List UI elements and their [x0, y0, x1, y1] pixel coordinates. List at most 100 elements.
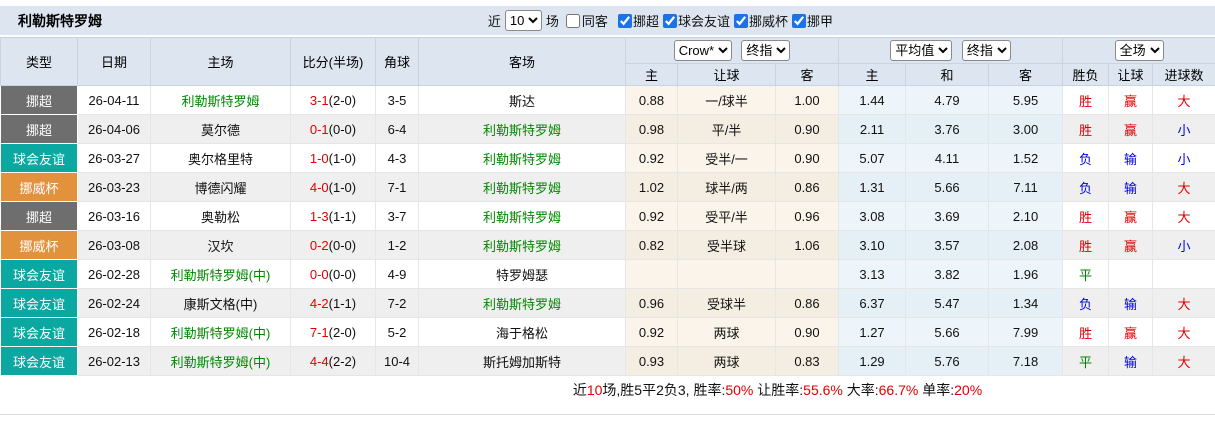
euro-away-odds: 2.10 [988, 201, 1064, 231]
match-date: 26-03-08 [77, 230, 151, 260]
match-date: 26-04-06 [77, 114, 151, 144]
euro-odds-time-select[interactable]: 终指 [961, 40, 1011, 61]
goals-result: 小 [1152, 114, 1215, 144]
bookmaker-select[interactable]: Crow* [673, 40, 732, 61]
stats-segment: 大率: [842, 382, 879, 398]
match-row: 挪威杯 26-03-08 汉坎 0-2(0-0) 1-2 利勒斯特罗姆 0.82 受半球 1.0… [0, 230, 1215, 260]
handicap-result: 输 [1108, 346, 1154, 376]
euro-draw-odds: 3.76 [905, 114, 990, 144]
euro-draw-odds: 5.76 [905, 346, 990, 376]
asian-away-odds: 0.90 [774, 317, 840, 347]
match-score: 1-0(1-0) [290, 143, 376, 173]
away-team: 斯托姆加斯特 [418, 346, 626, 376]
euro-draw-odds: 4.11 [905, 143, 990, 173]
matches-label: 场 [545, 14, 559, 29]
goals-result: 大 [1152, 288, 1215, 318]
asian-odds-time-select[interactable]: 终指 [741, 40, 791, 61]
col-header-away: 客场 [418, 37, 626, 86]
away-team: 斯达 [418, 85, 626, 115]
home-team: 奥尔格里特 [150, 143, 291, 173]
league-filter-3: 挪甲 [788, 11, 833, 30]
asian-home-odds: 0.92 [625, 201, 678, 231]
corner-count: 1-2 [375, 230, 419, 260]
handicap-result [1108, 259, 1154, 289]
away-team: 利勒斯特罗姆 [418, 143, 626, 173]
match-date: 26-04-11 [77, 85, 151, 115]
euro-away-odds: 7.18 [988, 346, 1064, 376]
goals-result: 大 [1152, 172, 1215, 202]
average-select[interactable]: 平均值 [890, 40, 953, 61]
match-row: 挪超 26-04-06 莫尔德 0-1(0-0) 6-4 利勒斯特罗姆 0.98 平/半 0.9… [0, 114, 1215, 144]
asian-handicap-line: 受平/半 [677, 201, 776, 231]
league-filter-checkbox-3[interactable] [791, 13, 806, 28]
euro-draw-odds: 3.69 [905, 201, 990, 231]
euro-away-odds: 7.99 [988, 317, 1064, 347]
match-score: 4-2(1-1) [290, 288, 376, 318]
asian-handicap-line: 两球 [677, 317, 776, 347]
euro-away-odds: 3.00 [988, 114, 1064, 144]
col-header-date: 日期 [77, 37, 151, 86]
handicap-result: 赢 [1108, 85, 1154, 115]
asian-home-odds: 0.82 [625, 230, 678, 260]
euro-draw-odds: 3.82 [905, 259, 990, 289]
euro-away-odds: 1.96 [988, 259, 1064, 289]
handicap-result: 赢 [1108, 114, 1154, 144]
asian-handicap-line: 球半/两 [677, 172, 776, 202]
match-type-badge: 挪威杯 [0, 172, 78, 202]
match-date: 26-03-16 [77, 201, 151, 231]
asian-home-odds: 0.92 [625, 317, 678, 347]
euro-draw-odds: 3.57 [905, 230, 990, 260]
home-team: 汉坎 [150, 230, 291, 260]
match-date: 26-02-18 [77, 317, 151, 347]
league-filter-label: 挪甲 [806, 14, 833, 29]
handicap-result: 赢 [1108, 317, 1154, 347]
match-score: 4-4(2-2) [290, 346, 376, 376]
asian-odds-group-header: Crow* 终指 [624, 37, 840, 64]
asian-away-odds: 1.00 [774, 85, 840, 115]
league-filter-2: 挪威杯 [730, 11, 788, 30]
col-header-asian-line: 让球 [677, 63, 776, 86]
asian-handicap-line: 一/球半 [677, 85, 776, 115]
goals-result: 大 [1152, 317, 1215, 347]
match-table: 类型 日期 主场 比分(半场) 角球 客场 Crow* 终指 平均值 终指 全场 [0, 37, 1215, 376]
asian-away-odds [774, 259, 840, 289]
match-type-badge: 挪超 [0, 114, 78, 144]
stats-segment: 场,胜5平2负3, 胜率: [602, 382, 726, 398]
euro-away-odds: 7.11 [988, 172, 1064, 202]
asian-home-odds: 0.92 [625, 143, 678, 173]
stats-segment: 20% [954, 382, 983, 398]
euro-draw-odds: 5.47 [905, 288, 990, 318]
handicap-result: 赢 [1108, 230, 1154, 260]
match-type-badge: 球会友谊 [0, 288, 78, 318]
goals-result: 小 [1152, 143, 1215, 173]
league-filters: 挪超 球会友谊 挪威杯 挪甲 [614, 11, 833, 30]
match-score: 4-0(1-0) [290, 172, 376, 202]
euro-away-odds: 1.52 [988, 143, 1064, 173]
asian-away-odds: 0.90 [774, 143, 840, 173]
league-filter-label: 挪超 [632, 14, 659, 29]
euro-away-odds: 5.95 [988, 85, 1064, 115]
stats-segment: 66.7% [878, 382, 919, 398]
stats-segment: 近 [572, 382, 587, 398]
col-header-home: 主场 [150, 37, 291, 86]
league-filter-checkbox-2[interactable] [733, 13, 748, 28]
outcome-result: 胜 [1062, 317, 1110, 347]
match-score: 1-3(1-1) [290, 201, 376, 231]
league-filter-checkbox-1[interactable] [662, 13, 677, 28]
league-filter-checkbox-0[interactable] [617, 13, 632, 28]
corner-count: 6-4 [375, 114, 419, 144]
result-group-header: 全场 [1062, 37, 1215, 64]
corner-count: 5-2 [375, 317, 419, 347]
league-filter-label: 球会友谊 [677, 14, 730, 29]
col-header-euro-draw: 和 [905, 63, 990, 86]
goals-result: 小 [1152, 230, 1215, 260]
match-type-badge: 球会友谊 [0, 259, 78, 289]
goals-result: 大 [1152, 201, 1215, 231]
same-away-checkbox[interactable] [565, 13, 580, 28]
recent-count-select[interactable]: 10 [504, 10, 542, 31]
asian-away-odds: 0.96 [774, 201, 840, 231]
asian-away-odds: 0.86 [774, 288, 840, 318]
match-score: 0-2(0-0) [290, 230, 376, 260]
asian-away-odds: 0.86 [774, 172, 840, 202]
scope-select[interactable]: 全场 [1114, 40, 1164, 61]
